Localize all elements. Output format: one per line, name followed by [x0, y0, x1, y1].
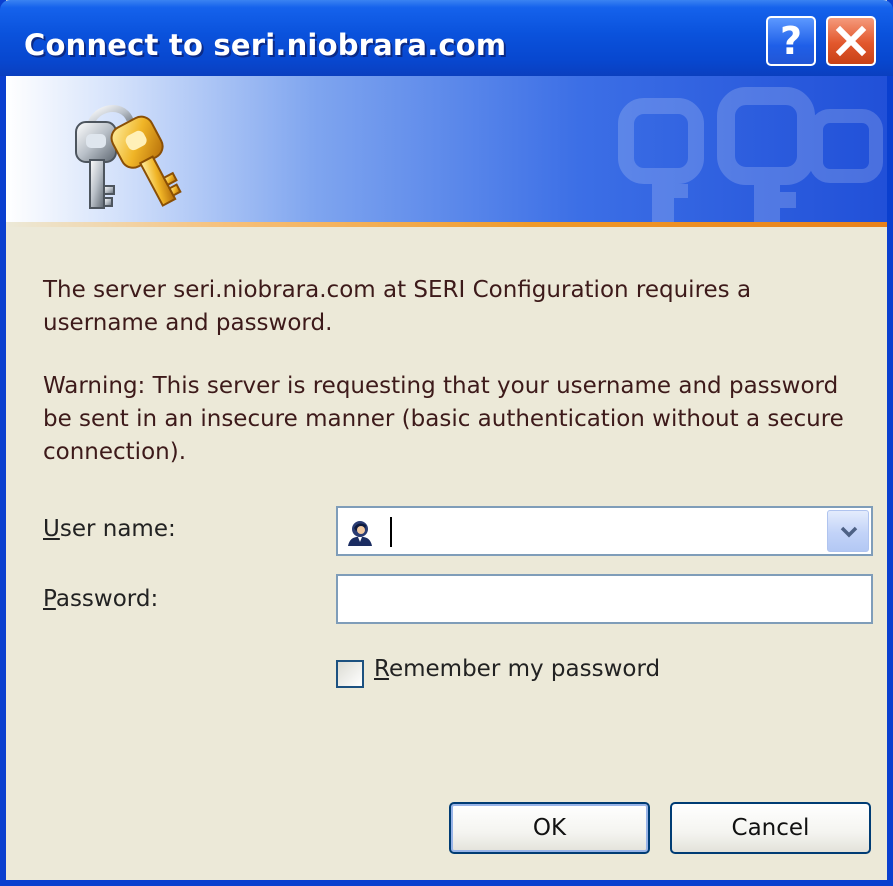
close-icon: [835, 25, 867, 57]
security-warning: Warning: This server is requesting that …: [43, 373, 844, 465]
banner-divider: [6, 222, 887, 227]
header-banner: [6, 76, 887, 226]
username-dropdown-button[interactable]: [827, 510, 869, 552]
server-message: The server seri.niobrara.com at SERI Con…: [43, 277, 752, 336]
chevron-down-icon: [840, 526, 858, 538]
ok-button[interactable]: OK: [449, 802, 650, 854]
password-accelerator: P: [43, 586, 56, 612]
username-accelerator: U: [43, 516, 60, 542]
remember-password-label[interactable]: Remember my password: [374, 656, 660, 682]
window-title: Connect to seri.niobrara.com: [24, 28, 507, 62]
title-bar[interactable]: Connect to seri.niobrara.com ?: [0, 0, 893, 76]
password-field[interactable]: [336, 574, 873, 624]
remember-label-text: emember my password: [388, 656, 661, 682]
remember-accelerator: R: [374, 656, 389, 682]
cancel-button[interactable]: Cancel: [670, 802, 871, 854]
keys-icon: [75, 105, 182, 209]
password-label-text: assword:: [55, 586, 159, 612]
username-label: User name:: [43, 516, 176, 542]
text-caret: [390, 517, 392, 547]
user-icon: [348, 521, 372, 546]
keys-watermark-icon: [618, 87, 883, 226]
username-label-text: ser name:: [59, 516, 176, 542]
help-icon: ?: [779, 19, 803, 63]
dialog-window: Connect to seri.niobrara.com ? The serve…: [0, 0, 893, 886]
help-button[interactable]: ?: [766, 16, 816, 66]
username-combobox[interactable]: [336, 506, 873, 556]
close-button[interactable]: [826, 16, 876, 66]
remember-password-checkbox[interactable]: [336, 660, 364, 688]
password-label: Password:: [43, 586, 158, 612]
